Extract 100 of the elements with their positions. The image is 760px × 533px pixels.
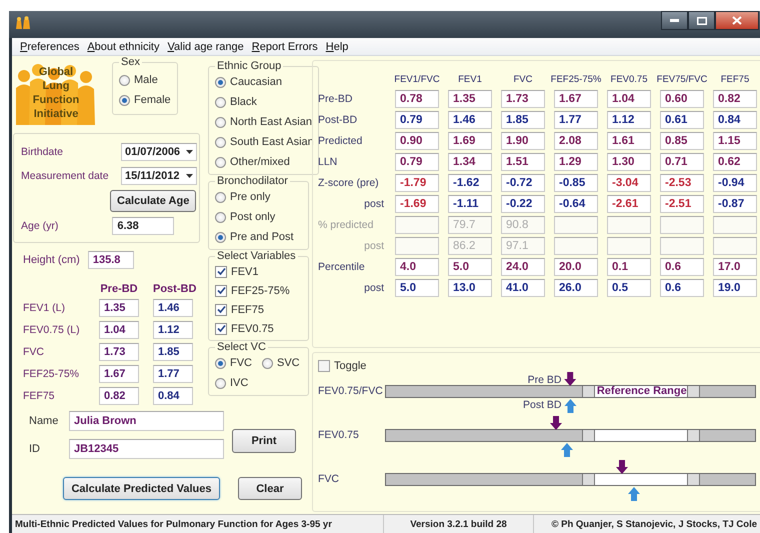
result-field: -2.51 xyxy=(660,195,704,213)
date-field[interactable]: 01/07/2006 xyxy=(121,143,197,161)
checkbox[interactable] xyxy=(215,322,227,334)
radio-button[interactable] xyxy=(215,358,226,368)
column-header: FEF25-75% xyxy=(550,73,602,87)
result-field: 0.62 xyxy=(713,153,757,171)
check-icon xyxy=(216,286,226,295)
status-text: © Ph Quanjer, S Stanojevic, J Stocks, TJ Cole xyxy=(550,518,758,532)
clear-button[interactable]: Clear xyxy=(238,477,302,500)
result-field: 1.15 xyxy=(713,132,757,150)
maximize-button[interactable] xyxy=(688,11,715,30)
value-field[interactable]: 0.82 xyxy=(99,387,139,405)
range-tick xyxy=(687,474,700,485)
value-field[interactable]: 0.84 xyxy=(153,387,193,405)
close-icon xyxy=(732,16,742,25)
result-field: -1.11 xyxy=(448,195,492,213)
caret-icon xyxy=(186,150,193,154)
radio-button[interactable] xyxy=(215,156,226,168)
value-field[interactable]: 1.85 xyxy=(153,343,193,361)
result-field: 0.71 xyxy=(660,153,704,171)
date-field[interactable]: 15/11/2012 xyxy=(121,167,197,185)
radio-button[interactable] xyxy=(215,212,226,222)
calculate-age-button[interactable]: Calculate Age xyxy=(110,190,196,212)
value-field[interactable]: 1.77 xyxy=(153,365,193,383)
value-field[interactable]: 1.73 xyxy=(99,343,139,361)
result-field: 24.0 xyxy=(501,258,545,276)
name-field[interactable]: Julia Brown xyxy=(69,411,224,431)
result-field: 0.85 xyxy=(660,132,704,150)
menu-item[interactable]: Report Errors xyxy=(248,40,322,52)
group-title: Bronchodilator xyxy=(216,175,289,187)
value-field[interactable]: 1.04 xyxy=(99,321,139,339)
result-field: -1.69 xyxy=(395,195,439,213)
close-button[interactable] xyxy=(715,11,759,30)
calculate-predicted-button[interactable]: Calculate Predicted Values xyxy=(63,477,220,500)
option-label: North East Asian xyxy=(230,116,312,128)
result-field: 1.29 xyxy=(554,153,598,171)
value-field[interactable]: 1.35 xyxy=(99,299,139,317)
result-field: 1.04 xyxy=(607,90,651,108)
up-arrow-icon xyxy=(560,443,573,457)
result-field: -0.87 xyxy=(713,195,757,213)
option-label: Caucasian xyxy=(230,76,282,88)
checkbox[interactable] xyxy=(215,284,227,296)
radio-button[interactable] xyxy=(215,116,226,128)
radio-button[interactable] xyxy=(215,96,226,108)
result-field: 0.84 xyxy=(713,111,757,129)
result-field: 1.34 xyxy=(448,153,492,171)
result-field: 17.0 xyxy=(713,258,757,276)
result-field: 1.61 xyxy=(607,132,651,150)
result-field: 0.78 xyxy=(395,90,439,108)
radio-button[interactable] xyxy=(262,358,273,368)
field-label: FEV0.75 (L) xyxy=(23,324,81,336)
down-arrow-icon xyxy=(550,416,562,430)
menu-item[interactable]: About ethnicity xyxy=(83,40,164,52)
checkbox[interactable] xyxy=(215,266,227,278)
height-field[interactable]: 135.8 xyxy=(88,251,134,269)
row-label: FVC xyxy=(318,473,340,485)
column-header: FEV75/FVC xyxy=(656,73,708,87)
result-field: 86.2 xyxy=(448,237,492,255)
menu-item[interactable]: Valid age range xyxy=(164,40,248,52)
result-field: 97.1 xyxy=(501,237,545,255)
option-label: Pre and Post xyxy=(230,231,294,243)
result-field: 1.30 xyxy=(607,153,651,171)
result-field: -0.22 xyxy=(501,195,545,213)
age-field[interactable]: 6.38 xyxy=(112,217,174,235)
radio-button[interactable] xyxy=(119,74,130,86)
radio-button[interactable] xyxy=(215,136,226,148)
value-field[interactable]: 1.67 xyxy=(99,365,139,383)
radio-button[interactable] xyxy=(119,94,130,106)
result-field: 0.79 xyxy=(395,111,439,129)
field-label: FEF25-75% xyxy=(23,368,80,380)
result-field: 41.0 xyxy=(501,279,545,297)
minimize-button[interactable] xyxy=(661,11,688,30)
result-field: -2.53 xyxy=(660,174,704,192)
result-field: 5.0 xyxy=(395,279,439,297)
result-field: 90.8 xyxy=(501,216,545,234)
radio-button[interactable] xyxy=(215,192,226,202)
result-field: 0.82 xyxy=(713,90,757,108)
status-text: Version 3.2.1 build 28 xyxy=(384,515,534,533)
result-field: -2.61 xyxy=(607,195,651,213)
checkbox[interactable] xyxy=(215,304,227,316)
radio-button[interactable] xyxy=(215,232,226,242)
result-field: 0.79 xyxy=(395,153,439,171)
value-field[interactable]: 1.46 xyxy=(153,299,193,317)
range-label: Reference Range xyxy=(596,386,687,397)
option-label: Male xyxy=(134,74,158,86)
print-button[interactable]: Print xyxy=(232,429,296,453)
result-field: 0.1 xyxy=(607,258,651,276)
toggle-checkbox[interactable] xyxy=(318,360,330,372)
option-label: Post only xyxy=(230,211,276,223)
row-label: post xyxy=(363,198,385,210)
radio-button[interactable] xyxy=(215,378,226,388)
menu-item[interactable]: Help xyxy=(322,40,352,52)
radio-button[interactable] xyxy=(215,76,226,88)
result-field: 0.6 xyxy=(660,279,704,297)
menu-item[interactable]: Preferences xyxy=(16,40,84,52)
option-label: Pre only xyxy=(230,191,270,203)
value-field[interactable]: 1.12 xyxy=(153,321,193,339)
id-field[interactable]: JB12345 xyxy=(69,439,224,459)
minimize-icon xyxy=(670,19,679,22)
checkbox-label: FEF75 xyxy=(231,304,264,316)
